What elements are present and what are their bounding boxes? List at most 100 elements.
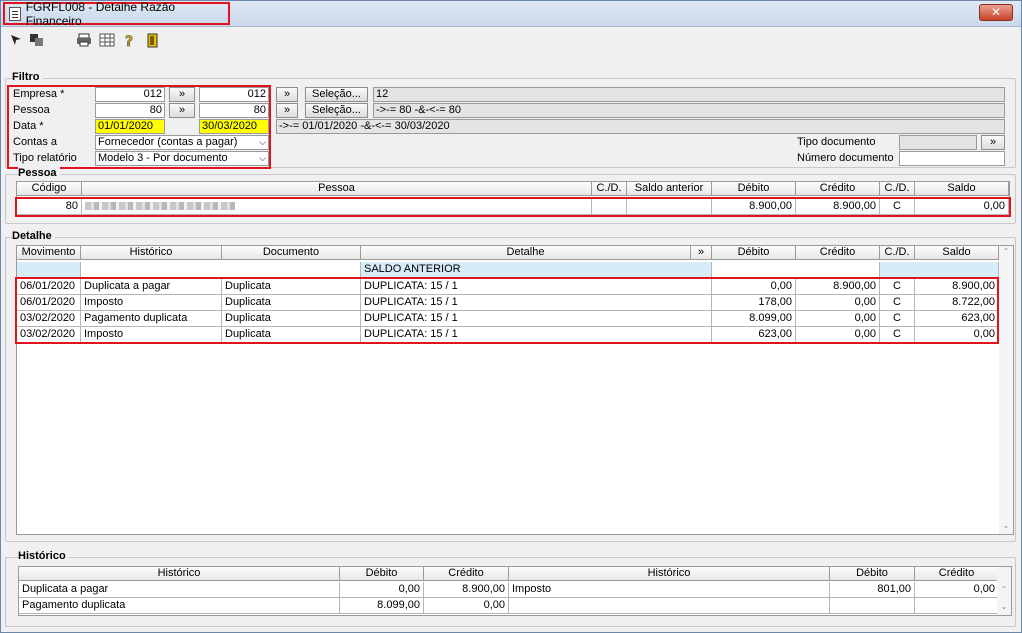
scroll-up-icon[interactable]: ⌃ — [997, 585, 1011, 597]
pessoa-saldo-cell[interactable]: 0,00 — [915, 199, 1009, 215]
detalhe-cell-cred[interactable]: 0,00 — [796, 311, 880, 327]
contas-a-select[interactable]: Fornecedor (contas a pagar) ⌵ — [95, 135, 269, 150]
col-movimento[interactable]: Movimento — [17, 246, 81, 260]
saldo-anterior-label[interactable]: SALDO ANTERIOR — [361, 262, 712, 278]
cursor-icon[interactable] — [8, 33, 24, 49]
pessoa-cd-cell[interactable] — [592, 199, 627, 215]
detalhe-cell-hist[interactable]: Duplicata a pagar — [81, 279, 222, 295]
saldo-anterior-cell[interactable] — [17, 262, 81, 278]
pessoa-debito-cell[interactable]: 8.900,00 — [712, 199, 796, 215]
detalhe-cell-doc[interactable]: Duplicata — [222, 327, 361, 343]
col-debito-2[interactable]: Débito — [830, 567, 915, 581]
numero-documento-input[interactable] — [899, 151, 1005, 166]
col-cd[interactable]: C./D. — [880, 246, 915, 260]
empresa-range-button[interactable]: » — [169, 87, 195, 102]
detalhe-cell-cd[interactable]: C — [880, 279, 915, 295]
col-credito[interactable]: Crédito — [796, 246, 880, 260]
col-saldo[interactable]: Saldo — [915, 182, 1009, 196]
detalhe-cell-det[interactable]: DUPLICATA: 15 / 1 — [361, 295, 712, 311]
detalhe-cell-cd[interactable]: C — [880, 311, 915, 327]
detalhe-cell-mov[interactable]: 06/01/2020 — [17, 279, 81, 295]
historico-cell-h2[interactable] — [509, 598, 830, 614]
historico-cell-h1[interactable]: Pagamento duplicata — [19, 598, 340, 614]
detalhe-cell-mov[interactable]: 06/01/2020 — [17, 295, 81, 311]
col-codigo[interactable]: Código — [17, 182, 82, 196]
col-credito-2[interactable]: Crédito — [915, 567, 999, 581]
col-debito[interactable]: Débito — [712, 246, 796, 260]
col-credito[interactable]: Crédito — [796, 182, 880, 196]
exit-icon[interactable] — [145, 33, 161, 49]
historico-cell-h2[interactable]: Imposto — [509, 582, 830, 598]
col-cd2[interactable]: C./D. — [880, 182, 915, 196]
detalhe-cell-det[interactable]: DUPLICATA: 15 / 1 — [361, 327, 712, 343]
pessoa-name-cell[interactable] — [82, 199, 592, 215]
col-saldo-anterior[interactable]: Saldo anterior — [627, 182, 712, 196]
col-historico[interactable]: Histórico — [81, 246, 222, 260]
detalhe-cell-det[interactable]: DUPLICATA: 15 / 1 — [361, 279, 712, 295]
detalhe-cell-mov[interactable]: 03/02/2020 — [17, 327, 81, 343]
detalhe-cell-cred[interactable]: 8.900,00 — [796, 279, 880, 295]
historico-cell-d2[interactable]: 801,00 — [830, 582, 915, 598]
col-debito[interactable]: Débito — [712, 182, 796, 196]
historico-cell-d2[interactable] — [830, 598, 915, 614]
saldo-anterior-cell[interactable] — [712, 262, 880, 278]
historico-cell-c2[interactable] — [915, 598, 999, 614]
detalhe-cell-deb[interactable]: 178,00 — [712, 295, 796, 311]
detalhe-cell-saldo[interactable]: 8.900,00 — [915, 279, 999, 295]
empresa-more-button[interactable]: » — [276, 87, 298, 102]
historico-cell-h1[interactable]: Duplicata a pagar — [19, 582, 340, 598]
scroll-down-icon[interactable]: ⌄ — [997, 602, 1011, 614]
detalhe-cell-saldo[interactable]: 623,00 — [915, 311, 999, 327]
print-icon[interactable] — [76, 33, 92, 49]
detalhe-cell-deb[interactable]: 0,00 — [712, 279, 796, 295]
col-debito-1[interactable]: Débito — [340, 567, 424, 581]
detalhe-cell-cred[interactable]: 0,00 — [796, 327, 880, 343]
data-to-input[interactable]: 30/03/2020 — [199, 119, 269, 134]
detalhe-cell-hist[interactable]: Imposto — [81, 327, 222, 343]
close-button[interactable]: ✕ — [979, 4, 1013, 21]
detalhe-cell-hist[interactable]: Imposto — [81, 295, 222, 311]
detalhe-cell-mov[interactable]: 03/02/2020 — [17, 311, 81, 327]
pessoa-selecao-button[interactable]: Seleção... — [305, 103, 368, 118]
empresa-selecao-button[interactable]: Seleção... — [305, 87, 368, 102]
col-historico-2[interactable]: Histórico — [509, 567, 830, 581]
detalhe-cell-deb[interactable]: 623,00 — [712, 327, 796, 343]
pessoa-range-button[interactable]: » — [169, 103, 195, 118]
saldo-anterior-cell[interactable] — [880, 262, 999, 278]
scroll-down-icon[interactable]: ⌄ — [999, 521, 1013, 533]
copy-icon[interactable] — [29, 33, 45, 49]
historico-cell-d1[interactable]: 8.099,00 — [340, 598, 424, 614]
pessoa-cd2-cell[interactable]: C — [880, 199, 915, 215]
pessoa-more-button[interactable]: » — [276, 103, 298, 118]
empresa-to-input[interactable]: 012 — [199, 87, 269, 102]
historico-scrollbar[interactable]: ⌃ ⌄ — [997, 567, 1011, 615]
historico-cell-d1[interactable]: 0,00 — [340, 582, 424, 598]
detalhe-cell-doc[interactable]: Duplicata — [222, 311, 361, 327]
detalhe-cell-saldo[interactable]: 0,00 — [915, 327, 999, 343]
scroll-up-icon[interactable]: ⌃ — [999, 247, 1013, 259]
data-from-input[interactable]: 01/01/2020 — [95, 119, 165, 134]
saldo-anterior-cell[interactable] — [81, 262, 361, 278]
detalhe-cell-cred[interactable]: 0,00 — [796, 295, 880, 311]
col-saldo[interactable]: Saldo — [915, 246, 999, 260]
pessoa-credito-cell[interactable]: 8.900,00 — [796, 199, 880, 215]
detalhe-cell-deb[interactable]: 8.099,00 — [712, 311, 796, 327]
pessoa-from-input[interactable]: 80 — [95, 103, 165, 118]
col-historico-1[interactable]: Histórico — [19, 567, 340, 581]
detalhe-cell-det[interactable]: DUPLICATA: 15 / 1 — [361, 311, 712, 327]
detalhe-cell-saldo[interactable]: 8.722,00 — [915, 295, 999, 311]
help-icon[interactable]: ? — [122, 33, 138, 51]
pessoa-codigo-cell[interactable]: 80 — [17, 199, 82, 215]
historico-cell-c1[interactable]: 8.900,00 — [424, 582, 509, 598]
col-cd[interactable]: C./D. — [592, 182, 627, 196]
detalhe-cell-doc[interactable]: Duplicata — [222, 295, 361, 311]
col-detalhe[interactable]: Detalhe — [361, 246, 691, 260]
tipo-relatorio-select[interactable]: Modelo 3 - Por documento ⌵ — [95, 151, 269, 166]
pessoa-to-input[interactable]: 80 — [199, 103, 269, 118]
tipo-documento-button[interactable]: » — [981, 135, 1005, 150]
grid-icon[interactable] — [99, 33, 115, 49]
tipo-documento-input[interactable] — [899, 135, 977, 150]
col-expand-button[interactable]: » — [691, 246, 712, 260]
detalhe-cell-cd[interactable]: C — [880, 295, 915, 311]
pessoa-saldo-anterior-cell[interactable] — [627, 199, 712, 215]
